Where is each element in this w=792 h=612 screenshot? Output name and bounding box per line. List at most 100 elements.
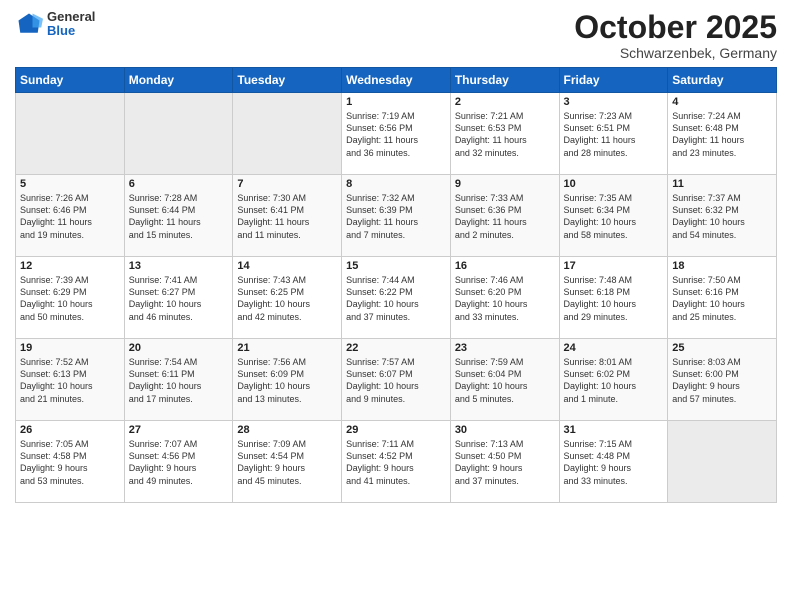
calendar-cell: 3 Sunrise: 7:23 AM Sunset: 6:51 PM Daylig… xyxy=(559,93,668,175)
calendar-header-sunday: Sunday xyxy=(16,68,125,93)
day-number: 25 xyxy=(672,342,772,354)
calendar-cell: 28 Sunrise: 7:09 AM Sunset: 4:54 PM Dayli… xyxy=(233,421,342,503)
day-number: 22 xyxy=(346,342,446,354)
day-info: Sunrise: 7:30 AM Sunset: 6:41 PM Dayligh… xyxy=(237,192,337,241)
calendar-cell xyxy=(16,93,125,175)
day-number: 8 xyxy=(346,178,446,190)
day-info: Sunrise: 7:23 AM Sunset: 6:51 PM Dayligh… xyxy=(564,110,664,159)
day-number: 15 xyxy=(346,260,446,272)
calendar-cell: 31 Sunrise: 7:15 AM Sunset: 4:48 PM Dayli… xyxy=(559,421,668,503)
calendar-cell: 16 Sunrise: 7:46 AM Sunset: 6:20 PM Dayli… xyxy=(450,257,559,339)
calendar-cell: 29Sunrise: 7:11 AM Sunset: 4:52 PM Dayli… xyxy=(342,421,451,503)
day-number: 19 xyxy=(20,342,120,354)
day-info: Sunrise: 7:57 AM Sunset: 6:07 PM Dayligh… xyxy=(346,356,446,405)
day-number: 28 xyxy=(237,424,337,436)
day-info: Sunrise: 7:44 AM Sunset: 6:22 PM Dayligh… xyxy=(346,274,446,323)
day-info: Sunrise: 7:28 AM Sunset: 6:44 PM Dayligh… xyxy=(129,192,229,241)
day-number: 29 xyxy=(346,424,446,436)
calendar-week-1: 1Sunrise: 7:19 AM Sunset: 6:56 PM Daylig… xyxy=(16,93,777,175)
day-info: Sunrise: 7:07 AM Sunset: 4:56 PM Dayligh… xyxy=(129,438,229,487)
calendar-cell: 13 Sunrise: 7:41 AM Sunset: 6:27 PM Dayli… xyxy=(124,257,233,339)
page: General Blue October 2025 Schwarzenbek, … xyxy=(0,0,792,612)
calendar-header-monday: Monday xyxy=(124,68,233,93)
day-number: 9 xyxy=(455,178,555,190)
day-info: Sunrise: 7:56 AM Sunset: 6:09 PM Dayligh… xyxy=(237,356,337,405)
day-number: 26 xyxy=(20,424,120,436)
day-number: 21 xyxy=(237,342,337,354)
calendar-week-5: 26Sunrise: 7:05 AM Sunset: 4:58 PM Dayli… xyxy=(16,421,777,503)
calendar-cell: 17 Sunrise: 7:48 AM Sunset: 6:18 PM Dayli… xyxy=(559,257,668,339)
calendar-cell: 20 Sunrise: 7:54 AM Sunset: 6:11 PM Dayli… xyxy=(124,339,233,421)
day-info: Sunrise: 7:54 AM Sunset: 6:11 PM Dayligh… xyxy=(129,356,229,405)
calendar-header-row: SundayMondayTuesdayWednesdayThursdayFrid… xyxy=(16,68,777,93)
calendar-cell: 6 Sunrise: 7:28 AM Sunset: 6:44 PM Daylig… xyxy=(124,175,233,257)
day-number: 6 xyxy=(129,178,229,190)
day-info: Sunrise: 7:09 AM Sunset: 4:54 PM Dayligh… xyxy=(237,438,337,487)
calendar-cell: 25 Sunrise: 8:03 AM Sunset: 6:00 PM Dayli… xyxy=(668,339,777,421)
calendar-header-wednesday: Wednesday xyxy=(342,68,451,93)
day-info: Sunrise: 7:26 AM Sunset: 6:46 PM Dayligh… xyxy=(20,192,120,241)
calendar-week-2: 5 Sunrise: 7:26 AM Sunset: 6:46 PM Daylig… xyxy=(16,175,777,257)
calendar-header-tuesday: Tuesday xyxy=(233,68,342,93)
day-info: Sunrise: 7:21 AM Sunset: 6:53 PM Dayligh… xyxy=(455,110,555,159)
day-number: 2 xyxy=(455,96,555,108)
day-number: 17 xyxy=(564,260,664,272)
day-info: Sunrise: 7:37 AM Sunset: 6:32 PM Dayligh… xyxy=(672,192,772,241)
month-title: October 2025 xyxy=(574,10,777,45)
day-number: 14 xyxy=(237,260,337,272)
day-info: Sunrise: 7:32 AM Sunset: 6:39 PM Dayligh… xyxy=(346,192,446,241)
calendar-cell: 23 Sunrise: 7:59 AM Sunset: 6:04 PM Dayli… xyxy=(450,339,559,421)
calendar-header-thursday: Thursday xyxy=(450,68,559,93)
calendar-cell: 21 Sunrise: 7:56 AM Sunset: 6:09 PM Dayli… xyxy=(233,339,342,421)
calendar-cell: 4 Sunrise: 7:24 AM Sunset: 6:48 PM Daylig… xyxy=(668,93,777,175)
day-number: 5 xyxy=(20,178,120,190)
day-info: Sunrise: 7:33 AM Sunset: 6:36 PM Dayligh… xyxy=(455,192,555,241)
calendar-cell: 26Sunrise: 7:05 AM Sunset: 4:58 PM Dayli… xyxy=(16,421,125,503)
day-number: 20 xyxy=(129,342,229,354)
day-number: 11 xyxy=(672,178,772,190)
calendar-cell: 24Sunrise: 8:01 AM Sunset: 6:02 PM Dayli… xyxy=(559,339,668,421)
day-number: 31 xyxy=(564,424,664,436)
day-info: Sunrise: 7:59 AM Sunset: 6:04 PM Dayligh… xyxy=(455,356,555,405)
calendar-cell: 2 Sunrise: 7:21 AM Sunset: 6:53 PM Daylig… xyxy=(450,93,559,175)
day-number: 13 xyxy=(129,260,229,272)
title-block: October 2025 Schwarzenbek, Germany xyxy=(574,10,777,61)
day-number: 24 xyxy=(564,342,664,354)
calendar-header-friday: Friday xyxy=(559,68,668,93)
day-info: Sunrise: 7:39 AM Sunset: 6:29 PM Dayligh… xyxy=(20,274,120,323)
day-number: 10 xyxy=(564,178,664,190)
calendar-cell: 12Sunrise: 7:39 AM Sunset: 6:29 PM Dayli… xyxy=(16,257,125,339)
calendar-cell xyxy=(124,93,233,175)
day-info: Sunrise: 7:24 AM Sunset: 6:48 PM Dayligh… xyxy=(672,110,772,159)
calendar-cell: 30Sunrise: 7:13 AM Sunset: 4:50 PM Dayli… xyxy=(450,421,559,503)
calendar-header-saturday: Saturday xyxy=(668,68,777,93)
calendar-cell: 22 Sunrise: 7:57 AM Sunset: 6:07 PM Dayli… xyxy=(342,339,451,421)
calendar-cell: 1Sunrise: 7:19 AM Sunset: 6:56 PM Daylig… xyxy=(342,93,451,175)
calendar-cell: 14 Sunrise: 7:43 AM Sunset: 6:25 PM Dayli… xyxy=(233,257,342,339)
day-info: Sunrise: 7:48 AM Sunset: 6:18 PM Dayligh… xyxy=(564,274,664,323)
calendar-week-4: 19Sunrise: 7:52 AM Sunset: 6:13 PM Dayli… xyxy=(16,339,777,421)
calendar-cell: 15 Sunrise: 7:44 AM Sunset: 6:22 PM Dayli… xyxy=(342,257,451,339)
day-number: 27 xyxy=(129,424,229,436)
day-info: Sunrise: 7:46 AM Sunset: 6:20 PM Dayligh… xyxy=(455,274,555,323)
day-info: Sunrise: 7:41 AM Sunset: 6:27 PM Dayligh… xyxy=(129,274,229,323)
calendar-cell: 7 Sunrise: 7:30 AM Sunset: 6:41 PM Daylig… xyxy=(233,175,342,257)
day-number: 7 xyxy=(237,178,337,190)
day-number: 4 xyxy=(672,96,772,108)
calendar-cell: 11 Sunrise: 7:37 AM Sunset: 6:32 PM Dayli… xyxy=(668,175,777,257)
day-number: 16 xyxy=(455,260,555,272)
day-info: Sunrise: 7:13 AM Sunset: 4:50 PM Dayligh… xyxy=(455,438,555,487)
day-info: Sunrise: 7:50 AM Sunset: 6:16 PM Dayligh… xyxy=(672,274,772,323)
calendar-table: SundayMondayTuesdayWednesdayThursdayFrid… xyxy=(15,67,777,503)
calendar-cell: 18Sunrise: 7:50 AM Sunset: 6:16 PM Dayli… xyxy=(668,257,777,339)
calendar-cell: 27 Sunrise: 7:07 AM Sunset: 4:56 PM Dayli… xyxy=(124,421,233,503)
logo: General Blue xyxy=(15,10,95,39)
day-info: Sunrise: 7:15 AM Sunset: 4:48 PM Dayligh… xyxy=(564,438,664,487)
calendar-cell xyxy=(668,421,777,503)
day-info: Sunrise: 7:19 AM Sunset: 6:56 PM Dayligh… xyxy=(346,110,446,159)
day-info: Sunrise: 7:43 AM Sunset: 6:25 PM Dayligh… xyxy=(237,274,337,323)
calendar-cell: 9 Sunrise: 7:33 AM Sunset: 6:36 PM Daylig… xyxy=(450,175,559,257)
day-number: 3 xyxy=(564,96,664,108)
day-info: Sunrise: 8:03 AM Sunset: 6:00 PM Dayligh… xyxy=(672,356,772,405)
day-number: 23 xyxy=(455,342,555,354)
